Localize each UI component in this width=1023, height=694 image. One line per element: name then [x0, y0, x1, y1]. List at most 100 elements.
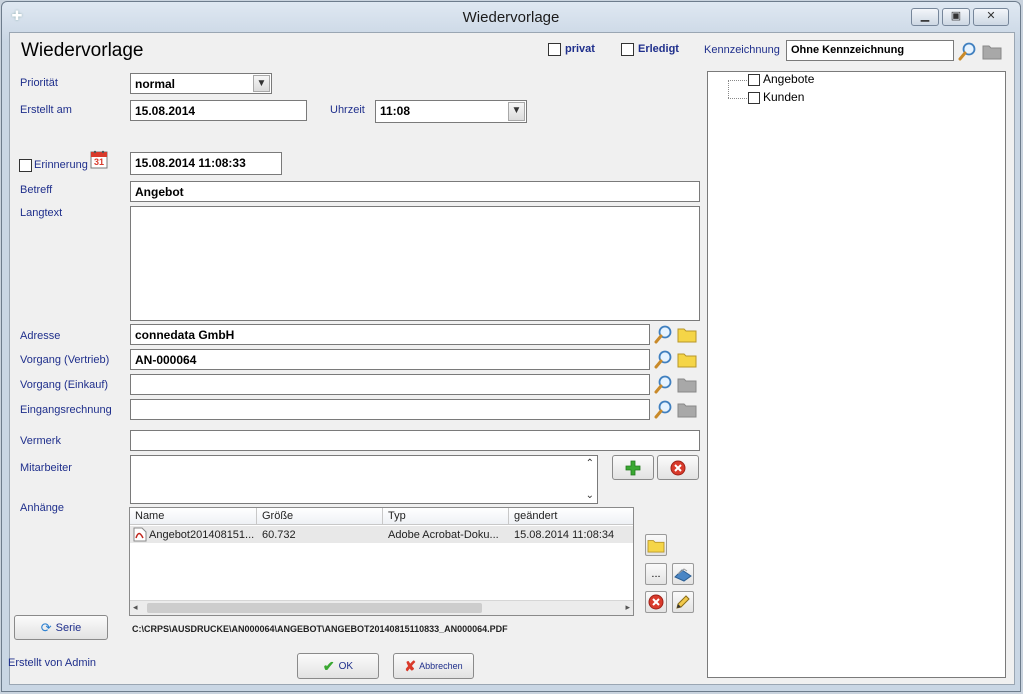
vorgang-einkauf-field[interactable] [130, 374, 650, 395]
tree-checkbox-angebote[interactable] [748, 74, 760, 86]
mitarbeiter-list[interactable]: ⌃ ⌄ [130, 455, 598, 504]
kennzeichnung-search-button[interactable] [957, 40, 979, 62]
column-header-name[interactable]: Name [130, 508, 257, 525]
search-icon [958, 42, 976, 61]
prioritaet-value: normal [135, 77, 176, 91]
maximize-icon: ▣ [950, 10, 962, 22]
chevron-down-icon[interactable]: ▼ [253, 75, 270, 92]
minimize-icon: ▁ [920, 10, 930, 22]
close-window-button[interactable]: ✕ [973, 8, 1009, 26]
open-attachment-folder-button[interactable] [645, 534, 667, 556]
eingangsrechnung-label: Eingangsrechnung [20, 404, 112, 416]
search-icon [654, 350, 672, 369]
attachment-name: Angebot201408151... [149, 529, 255, 541]
uhrzeit-label: Uhrzeit [330, 104, 365, 116]
vorgang-vertrieb-label: Vorgang (Vertrieb) [20, 354, 110, 366]
scroll-up-icon[interactable]: ⌃ [586, 458, 594, 469]
plus-icon [625, 460, 641, 475]
serie-label: Serie [55, 621, 82, 634]
uhrzeit-value: 11:08 [380, 104, 411, 118]
vorgang-vertrieb-field[interactable]: AN-000064 [130, 349, 650, 370]
vermerk-field[interactable] [130, 430, 700, 451]
scroll-right-icon[interactable]: ▸ [625, 602, 630, 613]
scroll-down-icon[interactable]: ⌄ [586, 490, 594, 501]
adresse-open-button[interactable] [676, 323, 698, 345]
tree-line [728, 98, 747, 99]
tree-line [728, 80, 747, 81]
erinnerung-field[interactable]: 15.08.2014 11:08:33 [130, 152, 282, 175]
tree-item-kunden[interactable]: Kunden [763, 90, 804, 104]
remove-mitarbeiter-button[interactable] [657, 455, 699, 480]
delete-attachment-button[interactable] [645, 591, 667, 613]
betreff-field[interactable]: Angebot [130, 181, 700, 202]
folder-icon [982, 45, 1002, 60]
more-button[interactable]: ... [645, 563, 667, 585]
edit-attachment-button[interactable] [672, 591, 694, 613]
chevron-down-icon[interactable]: ▼ [508, 102, 525, 121]
column-header-changed[interactable]: geändert [509, 508, 633, 525]
prioritaet-label: Priorität [20, 77, 58, 89]
scroll-thumb[interactable] [147, 603, 482, 613]
kennzeichnung-field[interactable]: Ohne Kennzeichnung [786, 40, 954, 61]
betreff-label: Betreff [20, 184, 53, 196]
vorgang-einkauf-open-button[interactable] [676, 373, 698, 395]
privat-checkbox[interactable] [548, 43, 561, 56]
ok-label: OK [338, 660, 354, 672]
langtext-textarea[interactable] [130, 206, 700, 321]
mitarbeiter-label: Mitarbeiter [20, 462, 72, 474]
folder-icon [677, 353, 697, 368]
adresse-field[interactable]: connedata GmbH [130, 324, 650, 345]
dialog-window: ✚ Wiedervorlage ▁ ▣ ✕ Wiedervorlage priv… [1, 1, 1021, 692]
eingangsrechnung-open-button[interactable] [676, 398, 698, 420]
serie-button[interactable]: ⟳ Serie [14, 615, 108, 640]
privat-label: privat [565, 43, 595, 55]
kennzeichnung-folder-button[interactable] [981, 40, 1003, 62]
created-by-label: Erstellt von Admin [8, 657, 97, 669]
anhaenge-label: Anhänge [20, 502, 65, 514]
column-header-type[interactable]: Typ [383, 508, 509, 525]
erstellt-am-field[interactable]: 15.08.2014 [130, 100, 307, 121]
search-icon [654, 325, 672, 344]
erinnerung-checkbox[interactable] [19, 159, 32, 172]
tree-checkbox-kunden[interactable] [748, 92, 760, 104]
table-row[interactable]: Angebot201408151... 60.732 Adobe Acrobat… [130, 526, 633, 543]
eingangsrechnung-field[interactable] [130, 399, 650, 420]
folder-icon [677, 328, 697, 343]
window-title: Wiedervorlage [462, 9, 560, 26]
vorgang-einkauf-search-button[interactable] [653, 373, 675, 395]
column-header-size[interactable]: Größe [257, 508, 383, 525]
folder-icon [647, 540, 665, 553]
erstellt-am-label: Erstellt am [20, 104, 72, 116]
eingangsrechnung-search-button[interactable] [653, 398, 675, 420]
uhrzeit-select[interactable]: 11:08 ▼ [375, 100, 527, 123]
prioritaet-select[interactable]: normal ▼ [130, 73, 272, 94]
vermerk-label: Vermerk [20, 435, 61, 447]
tree-item-angebote[interactable]: Angebote [763, 72, 814, 86]
calendar-day: 31 [93, 157, 104, 167]
kennzeichnung-label: Kennzeichnung [704, 44, 780, 56]
erledigt-label: Erledigt [638, 43, 679, 55]
attachments-table[interactable]: Name Größe Typ geändert Angebot201408151… [129, 507, 634, 616]
pdf-file-icon [133, 527, 147, 542]
vorgang-vertrieb-open-button[interactable] [676, 348, 698, 370]
adresse-search-button[interactable] [653, 323, 675, 345]
maximize-button[interactable]: ▣ [942, 8, 970, 26]
horizontal-scrollbar[interactable]: ◂ ▸ [130, 600, 633, 615]
pencil-icon [676, 595, 690, 609]
checkmark-icon: ✔ [322, 657, 335, 674]
add-mitarbeiter-button[interactable] [612, 455, 654, 480]
attachment-type: Adobe Acrobat-Doku... [388, 529, 499, 541]
abbrechen-button[interactable]: ✘ Abbrechen [393, 653, 474, 679]
category-tree[interactable]: Angebote Kunden [707, 71, 1006, 678]
vorgang-vertrieb-search-button[interactable] [653, 348, 675, 370]
cancel-x-icon: ✘ [404, 657, 417, 674]
scroll-left-icon[interactable]: ◂ [133, 602, 138, 613]
erinnerung-label: Erinnerung [34, 159, 88, 171]
erledigt-checkbox[interactable] [621, 43, 634, 56]
cancel-icon [670, 460, 686, 475]
ok-button[interactable]: ✔ OK [297, 653, 379, 679]
scan-button[interactable] [672, 563, 694, 585]
minimize-button[interactable]: ▁ [911, 8, 939, 26]
calendar-icon[interactable]: 31 [90, 149, 108, 169]
tree-line [728, 80, 729, 98]
